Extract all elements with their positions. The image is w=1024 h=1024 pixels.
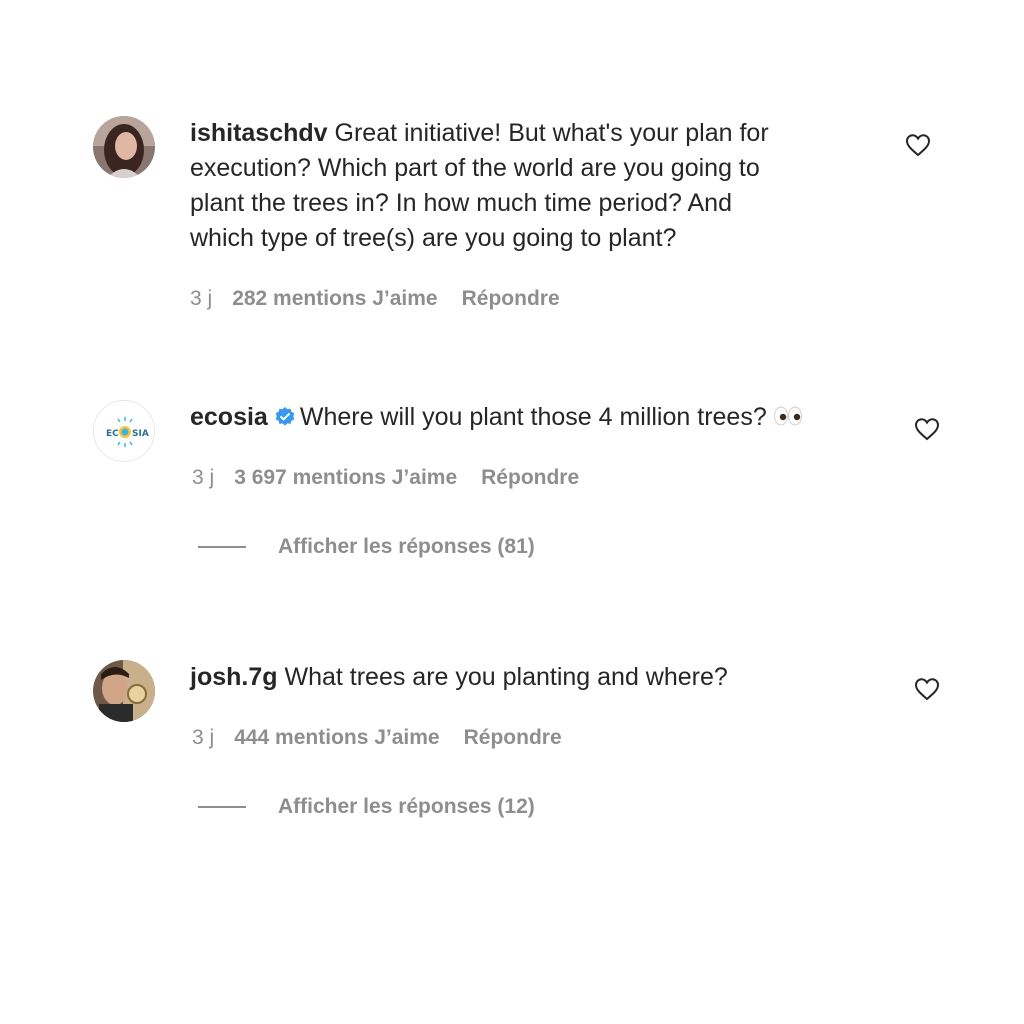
ecosia-logo-icon: EC SIA (94, 401, 154, 461)
username-link[interactable]: ishitaschdv (190, 119, 328, 147)
verified-badge-icon (274, 403, 296, 426)
comment-line: plant the trees in? In how much time per… (190, 189, 732, 217)
avatar-josh7g[interactable] (93, 660, 155, 722)
comment-meta: 3 j 282 mentions J’aime Répondre (190, 285, 560, 313)
comment-meta: 3 j 3 697 mentions J’aime Répondre (192, 464, 579, 492)
username-link[interactable]: josh.7g (190, 663, 278, 691)
reply-button[interactable]: Répondre (462, 287, 560, 310)
like-heart-icon[interactable] (905, 133, 931, 157)
replies-divider (198, 546, 246, 549)
eyes-emoji-icon (773, 402, 803, 437)
avatar-photo (93, 116, 155, 178)
comment-time[interactable]: 3 j (192, 466, 214, 489)
reply-button[interactable]: Répondre (464, 726, 562, 749)
comment-time[interactable]: 3 j (192, 726, 214, 749)
svg-text:SIA: SIA (132, 429, 149, 439)
comment-text: ecosia Where will you plant those 4 milli… (190, 400, 900, 437)
view-replies-button[interactable]: Afficher les réponses (12) (198, 793, 535, 821)
like-heart-icon[interactable] (914, 417, 940, 441)
comment-text: ishitaschdv Great initiative! But what's… (190, 116, 870, 256)
replies-divider (198, 806, 246, 809)
comment-text: josh.7g What trees are you planting and … (190, 660, 880, 695)
comment-body: What trees are you planting and where? (284, 663, 728, 691)
likes-count[interactable]: 282 mentions J’aime (232, 287, 437, 310)
likes-count[interactable]: 3 697 mentions J’aime (234, 466, 457, 489)
username-link[interactable]: ecosia (190, 403, 268, 431)
comment-meta: 3 j 444 mentions J’aime Répondre (192, 724, 562, 752)
avatar-ishitaschdv[interactable] (93, 116, 155, 178)
comment-body: Where will you plant those 4 million tre… (299, 403, 767, 431)
comment-line: execution? Which part of the world are y… (190, 154, 760, 182)
avatar-photo (93, 660, 155, 722)
likes-count[interactable]: 444 mentions J’aime (234, 726, 439, 749)
avatar-ecosia[interactable]: EC SIA (93, 400, 155, 462)
view-replies-label: Afficher les réponses (12) (278, 795, 535, 818)
like-heart-icon[interactable] (914, 677, 940, 701)
comment-line: Great initiative! But what's your plan f… (334, 119, 769, 147)
comment-time[interactable]: 3 j (190, 287, 212, 310)
comment-line: which type of tree(s) are you going to p… (190, 224, 677, 252)
view-replies-label: Afficher les réponses (81) (278, 535, 535, 558)
view-replies-button[interactable]: Afficher les réponses (81) (198, 533, 535, 561)
reply-button[interactable]: Répondre (481, 466, 579, 489)
svg-text:EC: EC (106, 429, 119, 439)
